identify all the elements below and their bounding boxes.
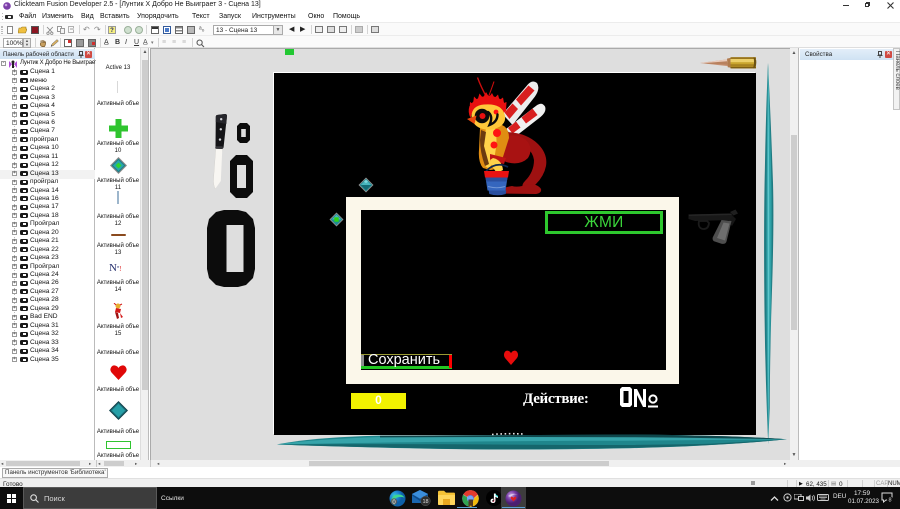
svg-text:18: 18 [422,499,428,505]
svg-text:8: 8 [888,498,891,503]
